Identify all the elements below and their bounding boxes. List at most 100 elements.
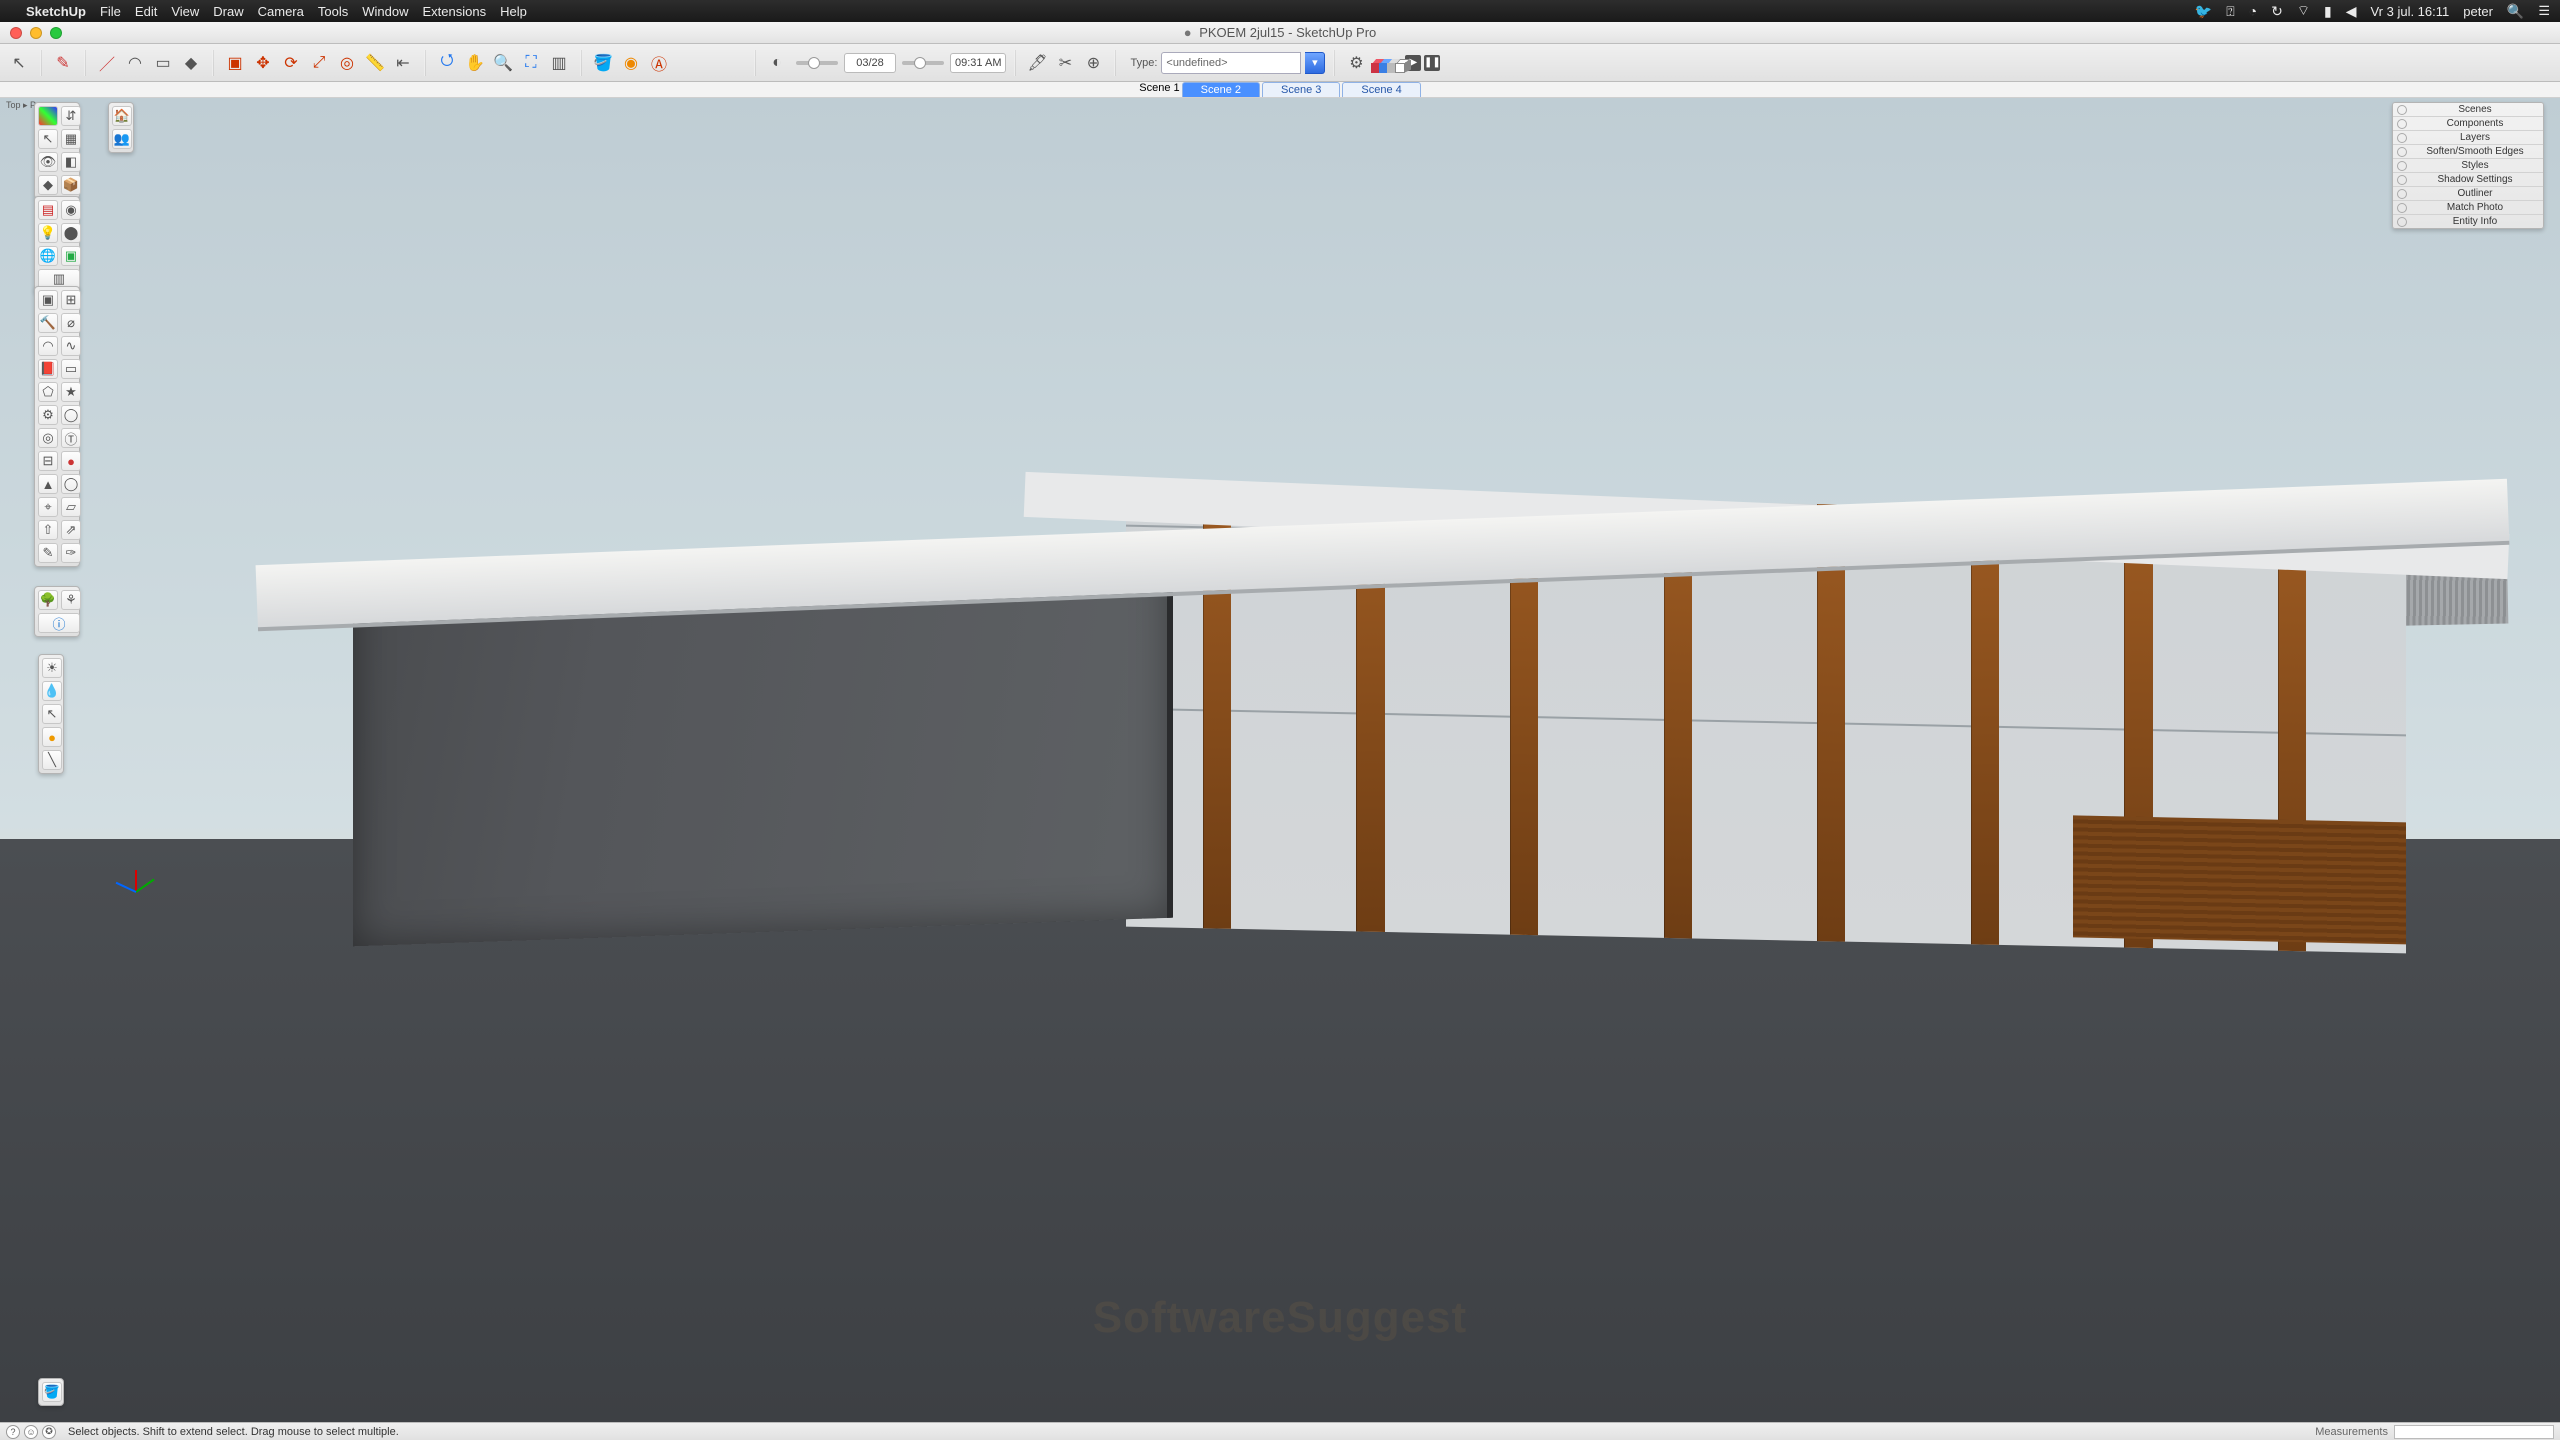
edit-hammer-icon[interactable]: 🔨 [38, 313, 58, 333]
shadow-date-readout[interactable]: 03/28 [844, 53, 896, 73]
scale-tool[interactable]: ⤢ [306, 50, 332, 76]
plugin-tool-b[interactable]: ✂ [1052, 50, 1078, 76]
layer-globe-icon[interactable]: 🌐 [38, 246, 58, 266]
pan-tool[interactable]: ✋ [462, 50, 488, 76]
menu-window[interactable]: Window [362, 4, 408, 19]
edit-cone-icon[interactable]: ▲ [38, 474, 58, 494]
notification-center-icon[interactable]: ☰ [2538, 3, 2548, 19]
default-tray[interactable]: Scenes Components Layers Soften/Smooth E… [2392, 102, 2544, 229]
rotated-rect-tool[interactable]: ◆ [178, 50, 204, 76]
scene-tab-3[interactable]: Scene 3 [1262, 82, 1340, 97]
tray-row-components[interactable]: Components [2393, 117, 2543, 131]
status-person-icon[interactable]: ☺ [24, 1425, 38, 1439]
edit-pen-icon[interactable]: ✑ [61, 543, 81, 563]
palette-render[interactable]: 🌳 ⚘ ⓘ [34, 586, 80, 637]
menu-view[interactable]: View [171, 4, 199, 19]
tray-row-outliner[interactable]: Outliner [2393, 187, 2543, 201]
volume-icon[interactable]: ◀ [2346, 3, 2357, 20]
edit-extrude-icon[interactable]: ⇧ [38, 520, 58, 540]
model-viewport[interactable]: Top ▸ Perspe SoftwareSuggest ⇵ ↖ ▦ 👁 ◧ ◆… [0, 98, 2560, 1422]
palette-edit[interactable]: ▣ ⊞ 🔨 ⌀ ◠ ∿ 📕 ▭ ⬠ ★ ⚙ ◯ ◎ Ⓣ ⊟ ● ▲ ◯ ⌖ ▱ … [34, 286, 80, 567]
menu-draw[interactable]: Draw [213, 4, 243, 19]
measurements-input[interactable] [2394, 1425, 2554, 1439]
palette-materials[interactable]: ⇵ ↖ ▦ 👁 ◧ ◆ 📦 [34, 102, 80, 199]
menu-edit[interactable]: Edit [135, 4, 157, 19]
tape-measure-tool[interactable]: 📏 [362, 50, 388, 76]
zoom-extents-tool[interactable]: ⛶ [518, 50, 544, 76]
select-tool[interactable]: ↖ [6, 50, 32, 76]
misc-cursor-icon[interactable]: ↖ [42, 704, 62, 724]
materials-select-icon[interactable]: ↖ [38, 129, 58, 149]
misc-sun-icon[interactable]: ☀ [42, 658, 62, 678]
orbit-tool[interactable]: ⭯ [434, 50, 460, 76]
palette-misc[interactable]: ☀ 💧 ↖ ● ╲ [38, 654, 64, 774]
menubar-user[interactable]: peter [2463, 4, 2493, 19]
edit-arc-icon[interactable]: ◠ [38, 336, 58, 356]
battery-icon[interactable]: ▮ [2324, 3, 2332, 20]
palette-paint[interactable]: 🪣 [38, 1378, 64, 1406]
edit-star-icon[interactable]: ★ [61, 382, 81, 402]
edit-sphere-red-icon[interactable]: ● [61, 451, 81, 471]
plugin-tool-c[interactable]: ⊕ [1080, 50, 1106, 76]
type-field[interactable]: <undefined> [1161, 52, 1301, 74]
menubar-app-name[interactable]: SketchUp [26, 4, 86, 19]
paint-bucket-tool[interactable]: 🪣 [590, 50, 616, 76]
menu-help[interactable]: Help [500, 4, 527, 19]
plugin-tool-a[interactable]: 🖋 [1024, 50, 1050, 76]
timemachine-icon[interactable]: ↻ [2271, 3, 2283, 20]
shadow-time-readout[interactable]: 09:31 AM [950, 53, 1006, 73]
menu-tools[interactable]: Tools [318, 4, 348, 19]
menu-extensions[interactable]: Extensions [422, 4, 486, 19]
follow-me-tool[interactable]: ◉ [618, 50, 644, 76]
materials-eye-icon[interactable]: 👁 [38, 152, 58, 172]
spotlight-icon[interactable]: 🔍 [2507, 3, 2524, 20]
tray-row-matchphoto[interactable]: Match Photo [2393, 201, 2543, 215]
twitter-icon[interactable]: 🐦 [2195, 3, 2212, 20]
wifi-icon[interactable]: ⌔ [2297, 2, 2310, 20]
edit-screw-icon[interactable]: ⌀ [61, 313, 81, 333]
tray-row-entityinfo[interactable]: Entity Info [2393, 215, 2543, 228]
type-dropdown-button[interactable]: ▾ [1305, 52, 1325, 74]
edit-pencil-icon[interactable]: ✎ [38, 543, 58, 563]
drive-icon[interactable]: ◔ [2249, 3, 2257, 19]
palette-aux[interactable]: 🏠 👥 [108, 102, 134, 153]
tray-row-styles[interactable]: Styles [2393, 159, 2543, 173]
scene-tab-2[interactable]: Scene 2 [1182, 82, 1260, 97]
layer-photo-icon[interactable]: ◉ [61, 200, 81, 220]
layer-sphere-icon[interactable]: ⬤ [61, 223, 81, 243]
shadow-time-slider[interactable] [902, 61, 944, 65]
edit-rect-icon[interactable]: ▭ [61, 359, 81, 379]
edit-window-icon[interactable]: ⊟ [38, 451, 58, 471]
render-tree-icon[interactable]: 🌳 [38, 590, 58, 610]
aux-people-icon[interactable]: 👥 [112, 129, 132, 149]
shadow-date-slider[interactable] [796, 61, 838, 65]
edit-curve-icon[interactable]: ∿ [61, 336, 81, 356]
rectangle-tool[interactable]: ▭ [150, 50, 176, 76]
edit-book-icon[interactable]: 📕 [38, 359, 58, 379]
shadow-toggle[interactable]: ◐ [764, 50, 790, 76]
component-options-icon[interactable]: ⚙ [1343, 50, 1369, 76]
arc-tool[interactable]: ◠ [122, 50, 148, 76]
render-person-icon[interactable]: ⚘ [61, 590, 81, 610]
edit-target-icon[interactable]: ◎ [38, 428, 58, 448]
misc-dot-icon[interactable]: ● [42, 727, 62, 747]
layer-bulb-icon[interactable]: 💡 [38, 223, 58, 243]
section-plane-tool[interactable]: ▥ [546, 50, 572, 76]
scene-tab-4[interactable]: Scene 4 [1342, 82, 1420, 97]
status-geo-icon[interactable]: ? [6, 1425, 20, 1439]
edit-gear-icon[interactable]: ⚙ [38, 405, 58, 425]
edit-axis-icon[interactable]: ⌖ [38, 497, 58, 517]
materials-cube-icon[interactable]: ◧ [61, 152, 81, 172]
menu-camera[interactable]: Camera [258, 4, 304, 19]
edit-loft-icon[interactable]: ⇗ [61, 520, 81, 540]
edit-circle-icon[interactable]: ◯ [61, 405, 81, 425]
animation-pause-button[interactable]: ❚❚ [1424, 55, 1440, 71]
dimension-tool[interactable]: ⇤ [390, 50, 416, 76]
materials-flip-icon[interactable]: ⇵ [61, 106, 81, 126]
edit-text-icon[interactable]: Ⓣ [61, 428, 81, 448]
tray-row-layers[interactable]: Layers [2393, 131, 2543, 145]
layer-red-icon[interactable]: ▤ [38, 200, 58, 220]
help-menu-icon[interactable]: ⍰ [2226, 3, 2234, 20]
paint-bucket-palette-icon[interactable]: 🪣 [42, 1382, 62, 1402]
scene-tab-1[interactable]: Scene 1 [1139, 82, 1179, 97]
